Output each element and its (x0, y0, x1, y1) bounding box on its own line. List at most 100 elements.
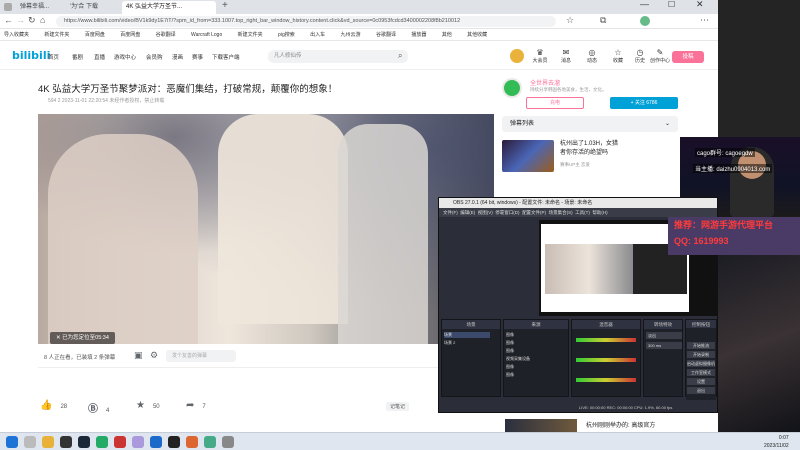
obs-menu-item[interactable]: 帮助(H) (592, 210, 607, 215)
settings-button[interactable]: 设置 (687, 378, 715, 385)
virtual-camera-button[interactable]: 启动虚拟摄像机 (687, 360, 715, 367)
nav-esports[interactable]: 赛事 (192, 53, 203, 61)
bookmark-item[interactable]: 谷歌翻译 (376, 32, 396, 38)
source-item[interactable]: 视频采集设备 (506, 356, 552, 362)
search-input[interactable]: 凡人修仙传 (268, 50, 408, 63)
nav-live[interactable]: 直播 (94, 53, 105, 61)
dynamic-icon[interactable]: ◎ 动态 (580, 48, 604, 64)
danmaku-settings-icon[interactable]: ⚙ (150, 350, 158, 361)
like-button[interactable]: 👍 28 (40, 400, 67, 411)
message-icon[interactable]: ✉ 消息 (554, 48, 578, 64)
extensions-icon[interactable]: ⧉ (600, 15, 606, 26)
follow-button[interactable]: + 关注 6786 (610, 97, 678, 109)
bookmark-item[interactable]: 谷歌翻译 (156, 32, 176, 38)
danmaku-list-header[interactable]: 弹幕列表 ⌄ (502, 116, 678, 132)
nav-download-client[interactable]: 下载客户端 (212, 53, 240, 61)
obs-menu-item[interactable]: 场景集合(S) (549, 210, 573, 215)
bookmark-item[interactable]: Warcraft Logo (191, 32, 222, 38)
exit-button[interactable]: 退出 (687, 387, 715, 394)
maximize-button[interactable]: ☐ (668, 0, 675, 9)
search-icon[interactable] (24, 436, 36, 448)
recommended-uploader[interactable]: 赛事UP主 恋爱 (560, 162, 590, 168)
transition-select[interactable]: 淡出 (646, 332, 682, 339)
bookmark-item[interactable]: 导入收藏夹 (4, 32, 29, 38)
uploader-avatar[interactable] (502, 78, 522, 98)
system-clock[interactable]: 0:07 2023/11/02 (764, 434, 789, 450)
tab-2[interactable]: '为'合 下载 (66, 1, 120, 14)
back-icon[interactable]: ← (4, 15, 13, 25)
scene-item[interactable]: 场景 (444, 332, 490, 338)
nav-home[interactable]: 首页 (48, 53, 59, 61)
app-icon[interactable] (60, 436, 72, 448)
tab-3[interactable]: 4K 弘益大学万圣节... (122, 1, 216, 14)
favorites-icon[interactable]: ☆ 收藏 (606, 48, 630, 64)
search-icon[interactable]: ⌕ (398, 51, 402, 61)
recommended-title[interactable]: 杭州出了1.03H，女猎者你存活的绝望吗 (560, 140, 620, 158)
bookmark-item[interactable]: 新建文件夹 (44, 32, 69, 38)
recommended-title[interactable]: 杭州刚刚举办的: 高级官方 (586, 420, 655, 429)
creator-icon[interactable]: ✎ 创作中心 (648, 48, 672, 64)
source-item[interactable]: 图像 (506, 340, 552, 346)
bookmark-item[interactable]: 九州云游 (341, 32, 361, 38)
uploader-name[interactable]: 全世界去溜 (530, 78, 560, 87)
star-icon[interactable]: ☆ (566, 15, 574, 26)
tab-1[interactable]: 弹幕幸福... (16, 1, 64, 14)
bookmark-item[interactable]: 出入车 (310, 32, 325, 38)
start-icon[interactable] (6, 436, 18, 448)
nav-game-center[interactable]: 游戏中心 (114, 53, 136, 61)
app-icon[interactable] (96, 436, 108, 448)
studio-mode-button[interactable]: 工作室模式 (687, 369, 715, 376)
close-window-button[interactable]: ✕ (696, 0, 704, 10)
duration-input[interactable]: 300 ms (646, 342, 682, 349)
obs-menu-item[interactable]: 视图(V) (478, 210, 493, 215)
favorite-button[interactable]: ★ 50 (136, 400, 160, 411)
nav-manga[interactable]: 漫画 (172, 53, 183, 61)
obs-menu-item[interactable]: 停靠窗口(D) (495, 210, 519, 215)
url-field[interactable]: https://www.bilibili.com/video/BV1k9dy1E… (56, 16, 556, 27)
charge-button[interactable]: 充电 (526, 97, 584, 109)
minimize-button[interactable]: — (640, 0, 649, 9)
share-button[interactable]: ➦ 7 (186, 400, 206, 411)
danmaku-toggle-icon[interactable]: ▣ (134, 350, 143, 361)
home-icon[interactable]: ⌂ (40, 15, 45, 25)
obs-menu-item[interactable]: 工具(T) (575, 210, 590, 215)
source-item[interactable]: 图像 (506, 364, 552, 370)
recommended-thumbnail[interactable] (502, 140, 554, 172)
video-player[interactable]: ✕ 已为您定位至05:34 (38, 114, 494, 344)
nav-mall[interactable]: 会员购 (146, 53, 163, 61)
chrome-icon[interactable] (204, 436, 216, 448)
recommended-thumbnail[interactable] (505, 419, 577, 432)
nav-anime[interactable]: 番剧 (72, 53, 83, 61)
upload-button[interactable]: 投稿 (672, 51, 704, 63)
vip-icon[interactable]: ♛ 大会员 (528, 48, 552, 64)
app-icon[interactable] (114, 436, 126, 448)
app-icon[interactable] (222, 436, 234, 448)
forward-icon[interactable]: → (16, 15, 25, 25)
scene-item[interactable]: 场景 2 (444, 340, 490, 346)
obs-menu-item[interactable]: 文件(F) (443, 210, 458, 215)
profile-icon[interactable] (640, 16, 650, 26)
start-recording-button[interactable]: 开始录制 (687, 351, 715, 358)
new-tab-button[interactable]: + (222, 0, 228, 11)
bookmark-item[interactable]: 其他 (442, 32, 452, 38)
avatar[interactable] (510, 49, 524, 63)
coin-button[interactable]: Ⓑ 4 (88, 400, 109, 415)
obs-menu-item[interactable]: 配置文件(P) (522, 210, 546, 215)
app-icon[interactable] (186, 436, 198, 448)
steam-icon[interactable] (78, 436, 90, 448)
menu-icon[interactable]: ⋯ (700, 15, 709, 26)
danmaku-input[interactable]: 发个友善的弹幕 (166, 350, 236, 362)
source-item[interactable]: 图像 (506, 332, 552, 338)
obs-menu-item[interactable]: 编辑(E) (460, 210, 475, 215)
refresh-icon[interactable]: ↻ (28, 15, 36, 26)
bookmark-item[interactable]: 新建文件夹 (238, 32, 263, 38)
bookmark-item[interactable]: 百度网盘 (120, 32, 140, 38)
bookmark-item[interactable]: pig搜索 (278, 32, 295, 38)
bilibili-logo[interactable]: bilibili (12, 49, 50, 62)
bookmark-item[interactable]: 其他收藏 (467, 32, 487, 38)
bookmark-item[interactable]: 播放器 (411, 32, 426, 38)
source-item[interactable]: 图像 (506, 348, 552, 354)
source-item[interactable]: 图像 (506, 372, 552, 378)
bookmark-item[interactable]: 百度网盘 (85, 32, 105, 38)
browser-icon[interactable] (150, 436, 162, 448)
